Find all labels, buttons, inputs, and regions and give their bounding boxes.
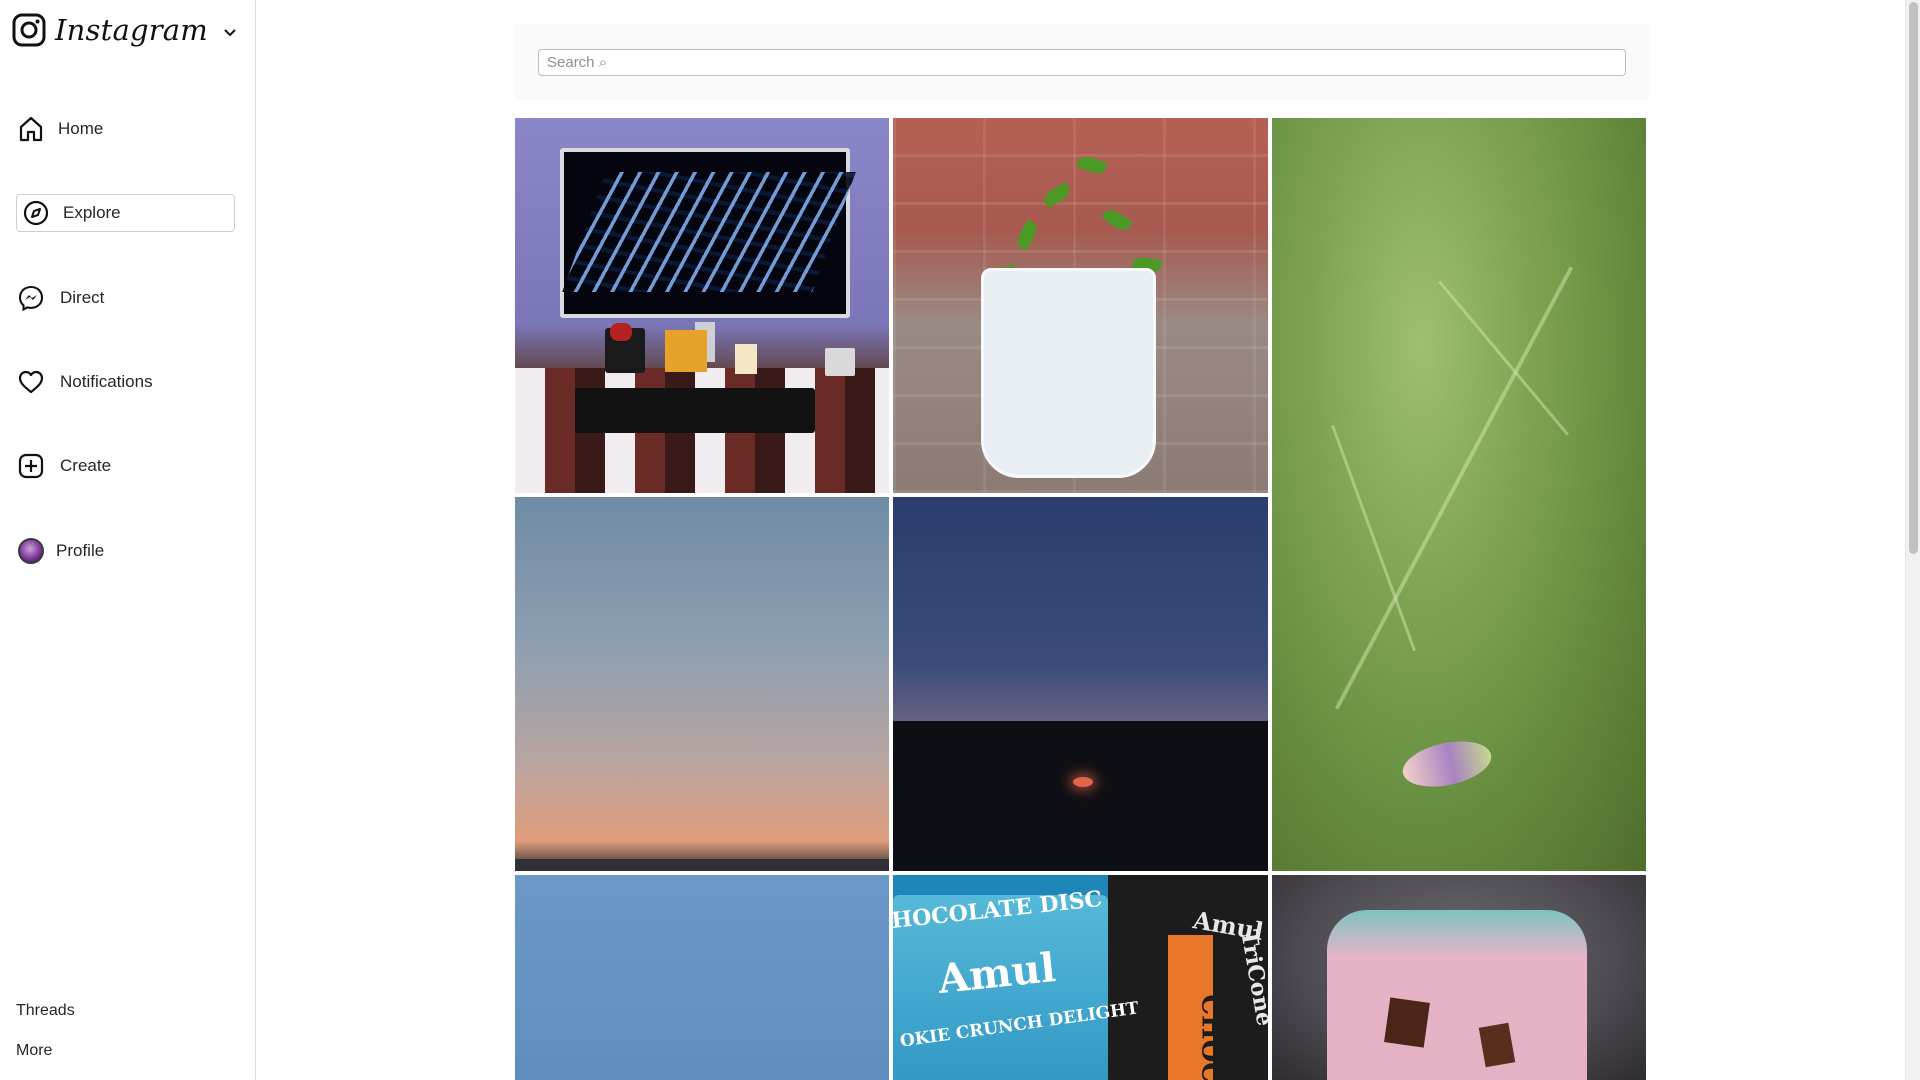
sidebar-item-profile[interactable]: Profile	[16, 532, 235, 570]
explore-post-amul-ice-cream[interactable]: HOCOLATE DISC Amul OKIE CRUNCH DELIGHT A…	[893, 875, 1268, 1080]
compass-icon	[21, 198, 51, 228]
messenger-icon	[16, 283, 46, 313]
search-bar-container	[514, 24, 1650, 100]
sidebar-item-label: Create	[60, 456, 112, 475]
heart-icon	[16, 367, 46, 397]
sidebar: Instagram Home Explore Direct Notificati…	[0, 0, 256, 1080]
sidebar-item-label: Home	[58, 119, 104, 138]
explore-post-leaf-closeup[interactable]	[1272, 118, 1646, 871]
sidebar-item-label: Notifications	[60, 372, 153, 391]
more-menu-link[interactable]: More	[16, 1042, 52, 1060]
sidebar-item-create[interactable]: Create	[16, 447, 235, 485]
sidebar-item-direct[interactable]: Direct	[16, 279, 235, 317]
instagram-logo-icon	[12, 13, 46, 47]
sidebar-item-label: Profile	[56, 541, 105, 560]
brand-header[interactable]: Instagram	[12, 10, 238, 50]
scrollbar-thumb[interactable]	[1909, 2, 1918, 554]
explore-post-ice-cream-cup[interactable]	[1272, 875, 1646, 1080]
explore-post-desk-setup[interactable]	[515, 118, 889, 493]
threads-link[interactable]: Threads	[16, 1002, 75, 1020]
sidebar-item-notifications[interactable]: Notifications	[16, 363, 235, 401]
page-scrollbar[interactable]	[1905, 0, 1920, 1080]
plus-square-icon	[16, 451, 46, 481]
search-input[interactable]	[538, 49, 1626, 76]
sidebar-item-label: Explore	[63, 203, 121, 222]
instagram-wordmark: Instagram	[55, 13, 208, 47]
explore-post-potted-plant[interactable]	[893, 118, 1268, 493]
explore-post-sunset-trees[interactable]	[893, 497, 1268, 871]
avatar	[16, 536, 46, 566]
home-icon	[16, 114, 46, 144]
explore-post-blue-sky[interactable]	[515, 875, 889, 1080]
chevron-down-icon[interactable]	[222, 24, 238, 40]
amul-pack-text: CHOCO	[1195, 994, 1226, 1080]
sidebar-item-label: Direct	[60, 288, 105, 307]
sidebar-item-explore[interactable]: Explore	[16, 194, 235, 232]
sidebar-item-home[interactable]: Home	[16, 110, 235, 148]
explore-post-dusk-sky[interactable]	[515, 497, 889, 871]
